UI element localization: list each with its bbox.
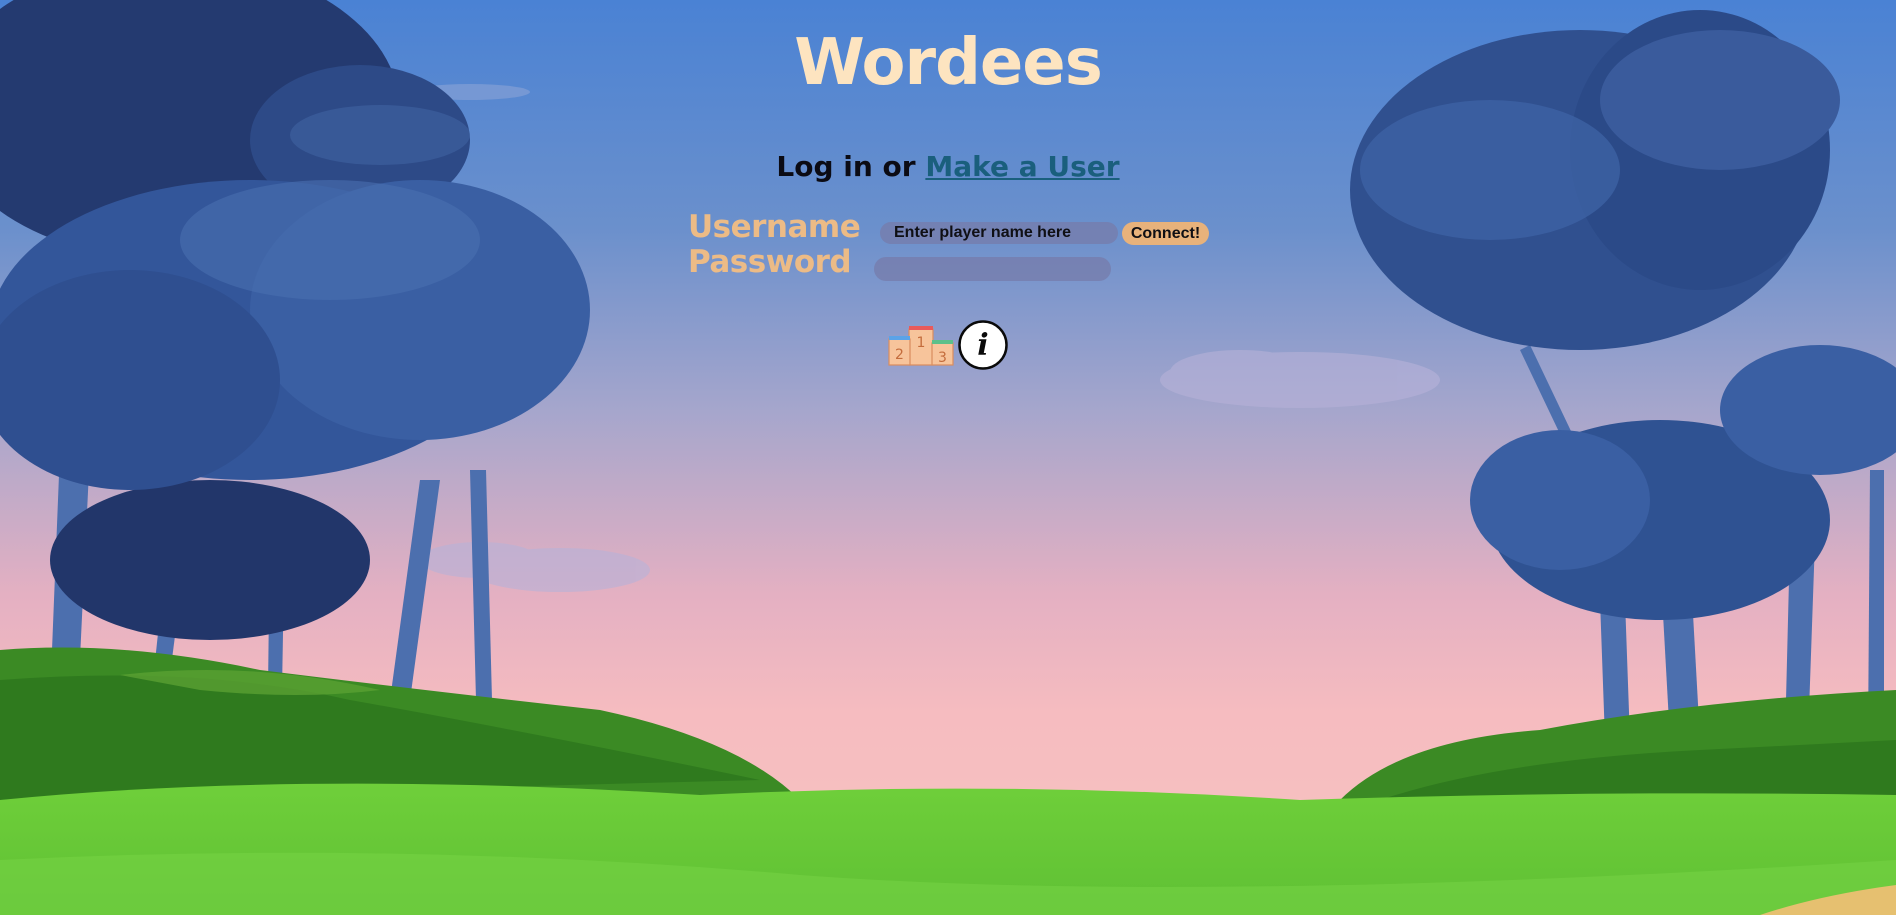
podium-third-label: 3	[938, 350, 947, 366]
username-label: Username	[688, 209, 861, 245]
login-heading: Log in or Make a User	[0, 150, 1896, 183]
info-button[interactable]: i	[958, 320, 1008, 370]
connect-button[interactable]: Connect!	[1122, 222, 1209, 245]
podium-second-label: 2	[895, 347, 904, 363]
info-icon: i	[958, 320, 1008, 370]
password-input[interactable]	[874, 257, 1111, 281]
leaderboard-button[interactable]: 2 1 3	[888, 322, 954, 366]
password-label: Password	[688, 244, 852, 280]
info-glyph: i	[977, 328, 988, 363]
username-input[interactable]	[880, 222, 1118, 244]
forest-background	[0, 0, 1896, 915]
podium-icon: 2 1 3	[888, 326, 954, 366]
login-heading-prefix: Log in or	[776, 150, 926, 183]
podium-first-label: 1	[917, 335, 926, 351]
app-title: Wordees	[794, 26, 1103, 100]
make-user-link[interactable]: Make a User	[925, 150, 1119, 183]
